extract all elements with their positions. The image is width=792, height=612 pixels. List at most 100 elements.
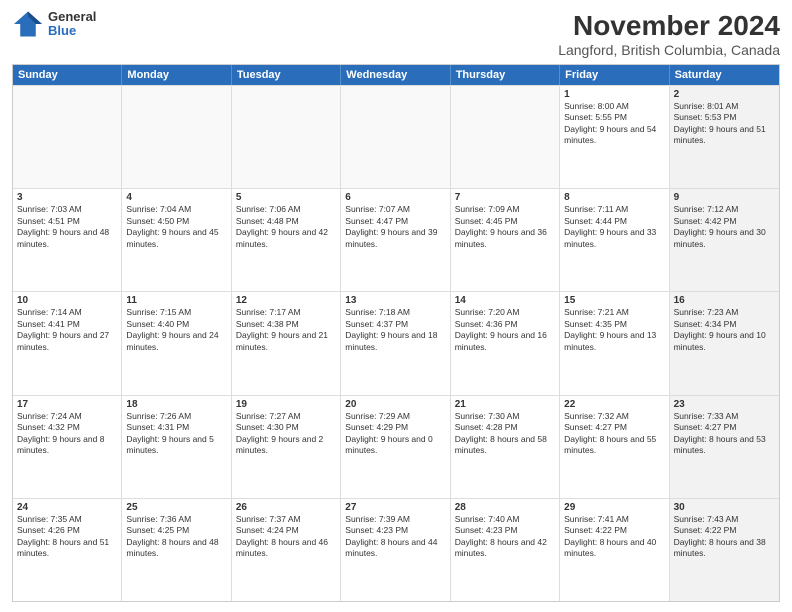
cal-header-cell: Friday (560, 65, 669, 85)
day-info: Sunrise: 7:17 AM Sunset: 4:38 PM Dayligh… (236, 307, 336, 353)
calendar-cell: 15Sunrise: 7:21 AM Sunset: 4:35 PM Dayli… (560, 292, 669, 394)
day-number: 14 (455, 295, 555, 306)
day-number: 3 (17, 192, 117, 203)
calendar-cell: 22Sunrise: 7:32 AM Sunset: 4:27 PM Dayli… (560, 396, 669, 498)
day-info: Sunrise: 7:18 AM Sunset: 4:37 PM Dayligh… (345, 307, 445, 353)
day-number: 13 (345, 295, 445, 306)
day-info: Sunrise: 7:03 AM Sunset: 4:51 PM Dayligh… (17, 204, 117, 250)
day-info: Sunrise: 7:37 AM Sunset: 4:24 PM Dayligh… (236, 514, 336, 560)
calendar-cell: 11Sunrise: 7:15 AM Sunset: 4:40 PM Dayli… (122, 292, 231, 394)
calendar-cell: 21Sunrise: 7:30 AM Sunset: 4:28 PM Dayli… (451, 396, 560, 498)
day-number: 17 (17, 399, 117, 410)
day-info: Sunrise: 7:23 AM Sunset: 4:34 PM Dayligh… (674, 307, 775, 353)
day-info: Sunrise: 8:00 AM Sunset: 5:55 PM Dayligh… (564, 101, 664, 147)
day-number: 25 (126, 502, 226, 513)
calendar-cell (122, 86, 231, 188)
day-number: 16 (674, 295, 775, 306)
calendar-cell: 24Sunrise: 7:35 AM Sunset: 4:26 PM Dayli… (13, 499, 122, 601)
logo-icon (12, 10, 44, 38)
day-number: 5 (236, 192, 336, 203)
calendar-cell: 6Sunrise: 7:07 AM Sunset: 4:47 PM Daylig… (341, 189, 450, 291)
day-info: Sunrise: 7:27 AM Sunset: 4:30 PM Dayligh… (236, 411, 336, 457)
day-info: Sunrise: 7:20 AM Sunset: 4:36 PM Dayligh… (455, 307, 555, 353)
subtitle: Langford, British Columbia, Canada (558, 42, 780, 58)
day-number: 21 (455, 399, 555, 410)
day-number: 18 (126, 399, 226, 410)
title-block: November 2024 Langford, British Columbia… (558, 10, 780, 58)
calendar-cell: 14Sunrise: 7:20 AM Sunset: 4:36 PM Dayli… (451, 292, 560, 394)
day-info: Sunrise: 7:14 AM Sunset: 4:41 PM Dayligh… (17, 307, 117, 353)
day-info: Sunrise: 7:39 AM Sunset: 4:23 PM Dayligh… (345, 514, 445, 560)
day-info: Sunrise: 7:04 AM Sunset: 4:50 PM Dayligh… (126, 204, 226, 250)
day-info: Sunrise: 7:43 AM Sunset: 4:22 PM Dayligh… (674, 514, 775, 560)
day-number: 20 (345, 399, 445, 410)
calendar-cell: 3Sunrise: 7:03 AM Sunset: 4:51 PM Daylig… (13, 189, 122, 291)
day-number: 30 (674, 502, 775, 513)
calendar-cell: 19Sunrise: 7:27 AM Sunset: 4:30 PM Dayli… (232, 396, 341, 498)
cal-header-cell: Tuesday (232, 65, 341, 85)
calendar-cell: 8Sunrise: 7:11 AM Sunset: 4:44 PM Daylig… (560, 189, 669, 291)
day-info: Sunrise: 7:33 AM Sunset: 4:27 PM Dayligh… (674, 411, 775, 457)
calendar-cell: 30Sunrise: 7:43 AM Sunset: 4:22 PM Dayli… (670, 499, 779, 601)
day-number: 23 (674, 399, 775, 410)
day-info: Sunrise: 7:12 AM Sunset: 4:42 PM Dayligh… (674, 204, 775, 250)
page: General Blue November 2024 Langford, Bri… (0, 0, 792, 612)
calendar-cell: 18Sunrise: 7:26 AM Sunset: 4:31 PM Dayli… (122, 396, 231, 498)
day-info: Sunrise: 7:11 AM Sunset: 4:44 PM Dayligh… (564, 204, 664, 250)
calendar-cell (232, 86, 341, 188)
calendar-cell: 2Sunrise: 8:01 AM Sunset: 5:53 PM Daylig… (670, 86, 779, 188)
calendar-cell: 23Sunrise: 7:33 AM Sunset: 4:27 PM Dayli… (670, 396, 779, 498)
day-info: Sunrise: 7:40 AM Sunset: 4:23 PM Dayligh… (455, 514, 555, 560)
calendar-cell: 4Sunrise: 7:04 AM Sunset: 4:50 PM Daylig… (122, 189, 231, 291)
calendar-cell: 16Sunrise: 7:23 AM Sunset: 4:34 PM Dayli… (670, 292, 779, 394)
calendar-cell: 10Sunrise: 7:14 AM Sunset: 4:41 PM Dayli… (13, 292, 122, 394)
day-number: 6 (345, 192, 445, 203)
day-number: 26 (236, 502, 336, 513)
day-number: 9 (674, 192, 775, 203)
calendar-body: 1Sunrise: 8:00 AM Sunset: 5:55 PM Daylig… (13, 85, 779, 601)
day-number: 24 (17, 502, 117, 513)
day-info: Sunrise: 7:07 AM Sunset: 4:47 PM Dayligh… (345, 204, 445, 250)
cal-header-cell: Sunday (13, 65, 122, 85)
calendar-cell (13, 86, 122, 188)
calendar-cell: 9Sunrise: 7:12 AM Sunset: 4:42 PM Daylig… (670, 189, 779, 291)
cal-header-cell: Wednesday (341, 65, 450, 85)
day-number: 4 (126, 192, 226, 203)
day-number: 28 (455, 502, 555, 513)
calendar-row: 1Sunrise: 8:00 AM Sunset: 5:55 PM Daylig… (13, 85, 779, 188)
calendar-header: SundayMondayTuesdayWednesdayThursdayFrid… (13, 65, 779, 85)
calendar-row: 24Sunrise: 7:35 AM Sunset: 4:26 PM Dayli… (13, 498, 779, 601)
day-number: 29 (564, 502, 664, 513)
calendar-cell: 29Sunrise: 7:41 AM Sunset: 4:22 PM Dayli… (560, 499, 669, 601)
day-number: 8 (564, 192, 664, 203)
day-number: 10 (17, 295, 117, 306)
cal-header-cell: Monday (122, 65, 231, 85)
day-info: Sunrise: 7:36 AM Sunset: 4:25 PM Dayligh… (126, 514, 226, 560)
day-number: 27 (345, 502, 445, 513)
day-info: Sunrise: 7:26 AM Sunset: 4:31 PM Dayligh… (126, 411, 226, 457)
calendar-cell: 25Sunrise: 7:36 AM Sunset: 4:25 PM Dayli… (122, 499, 231, 601)
main-title: November 2024 (558, 10, 780, 42)
calendar-cell: 1Sunrise: 8:00 AM Sunset: 5:55 PM Daylig… (560, 86, 669, 188)
calendar-cell: 13Sunrise: 7:18 AM Sunset: 4:37 PM Dayli… (341, 292, 450, 394)
logo: General Blue (12, 10, 96, 39)
logo-blue: Blue (48, 24, 96, 38)
header: General Blue November 2024 Langford, Bri… (12, 10, 780, 58)
logo-general: General (48, 10, 96, 24)
day-info: Sunrise: 7:09 AM Sunset: 4:45 PM Dayligh… (455, 204, 555, 250)
calendar-cell: 17Sunrise: 7:24 AM Sunset: 4:32 PM Dayli… (13, 396, 122, 498)
calendar-cell: 7Sunrise: 7:09 AM Sunset: 4:45 PM Daylig… (451, 189, 560, 291)
calendar-cell: 26Sunrise: 7:37 AM Sunset: 4:24 PM Dayli… (232, 499, 341, 601)
day-number: 15 (564, 295, 664, 306)
day-info: Sunrise: 7:35 AM Sunset: 4:26 PM Dayligh… (17, 514, 117, 560)
day-info: Sunrise: 7:06 AM Sunset: 4:48 PM Dayligh… (236, 204, 336, 250)
cal-header-cell: Saturday (670, 65, 779, 85)
calendar-cell: 28Sunrise: 7:40 AM Sunset: 4:23 PM Dayli… (451, 499, 560, 601)
cal-header-cell: Thursday (451, 65, 560, 85)
calendar: SundayMondayTuesdayWednesdayThursdayFrid… (12, 64, 780, 602)
calendar-row: 17Sunrise: 7:24 AM Sunset: 4:32 PM Dayli… (13, 395, 779, 498)
day-number: 7 (455, 192, 555, 203)
day-number: 2 (674, 89, 775, 100)
day-number: 12 (236, 295, 336, 306)
day-number: 11 (126, 295, 226, 306)
